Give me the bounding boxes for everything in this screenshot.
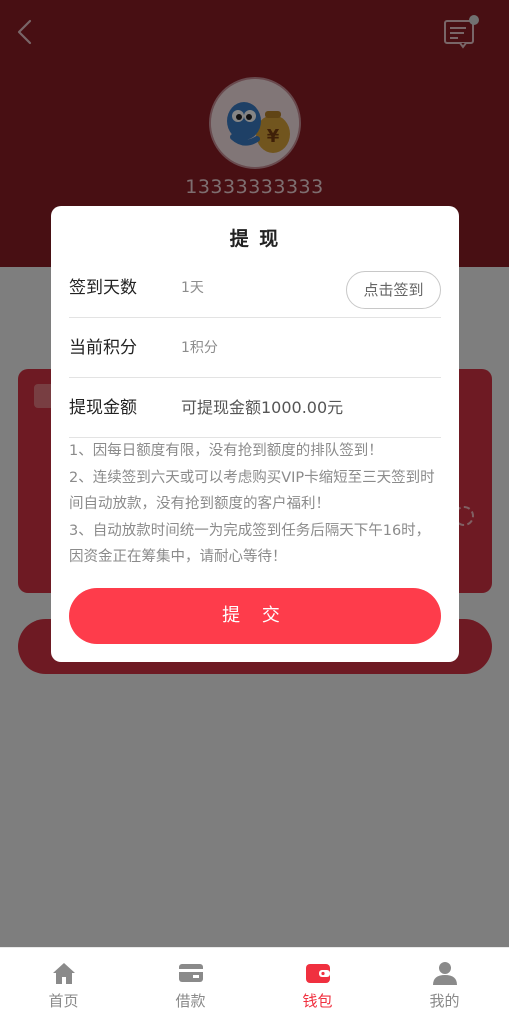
modal-title: 提 现	[229, 228, 281, 250]
withdraw-amount-label: 提现金额	[69, 398, 137, 418]
points-value: 1积分	[181, 340, 218, 356]
submit-button[interactable]: 提 交	[69, 588, 441, 644]
tab-home[interactable]: 首页	[0, 948, 127, 1024]
wallet-icon	[305, 964, 330, 983]
note-item: 2、连续签到六天或可以考虑购买VIP卡缩短至三天签到时间自动放款，没有抢到额度的…	[69, 469, 435, 513]
points-row: 当前积分 1积分	[69, 318, 441, 378]
tab-wallet[interactable]: 钱包	[254, 948, 381, 1024]
tab-label: 钱包	[302, 992, 333, 1010]
withdraw-amount-row: 提现金额 可提现金额1000.00元	[69, 378, 441, 438]
signin-days-value: 1天	[181, 280, 204, 296]
user-icon	[432, 962, 457, 985]
home-icon	[52, 963, 75, 984]
tab-loan[interactable]: 借款	[127, 948, 254, 1024]
note-item: 1、因每日额度有限，没有抢到额度的排队签到！	[69, 443, 383, 459]
tab-mine[interactable]: 我的	[381, 948, 508, 1024]
withdraw-modal: 提 现 签到天数 1天 点击签到 当前积分 1积分 提现金额 可提现金额1000…	[51, 206, 459, 662]
tab-label: 我的	[429, 992, 460, 1010]
tab-label: 借款	[175, 992, 206, 1010]
tab-bar: 首页 借款 钱包 我的	[0, 947, 509, 1024]
signin-button[interactable]: 点击签到	[346, 271, 441, 309]
signin-days-row: 签到天数 1天 点击签到	[69, 258, 441, 318]
signin-days-label: 签到天数	[69, 278, 137, 298]
notes: 1、因每日额度有限，没有抢到额度的排队签到！ 2、连续签到六天或可以考虑购买VI…	[69, 438, 441, 571]
card-icon	[178, 964, 203, 982]
note-item: 3、自动放款时间统一为完成签到任务后隔天下午16时，因资金正在筹集中，请耐心等待…	[69, 522, 431, 566]
points-label: 当前积分	[69, 338, 137, 358]
withdraw-amount-value: 可提现金额1000.00元	[181, 398, 344, 417]
tab-label: 首页	[48, 992, 79, 1010]
